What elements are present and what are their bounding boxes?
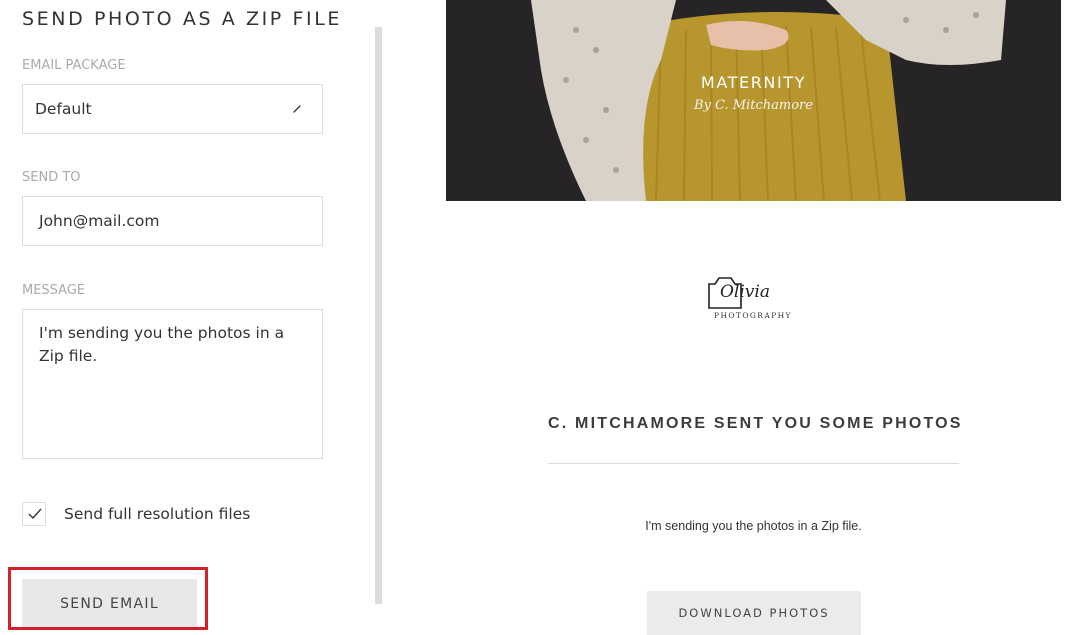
send-email-button[interactable]: SEND EMAIL xyxy=(22,579,197,629)
message-textarea[interactable]: I'm sending you the photos in a Zip file… xyxy=(22,309,323,459)
send-to-value: John@mail.com xyxy=(39,212,160,230)
download-photos-button[interactable]: DOWNLOAD PHOTOS xyxy=(647,591,861,635)
email-package-label: EMAIL PACKAGE xyxy=(22,58,126,73)
preview-divider xyxy=(548,463,959,464)
email-package-value: Default xyxy=(35,100,92,118)
message-label: MESSAGE xyxy=(22,283,86,298)
hero-subtitle: By C. Mitchamore xyxy=(694,98,813,113)
hero-title: MATERNITY xyxy=(700,73,807,92)
full-resolution-label: Send full resolution files xyxy=(64,505,251,523)
preview-message: I'm sending you the photos in a Zip file… xyxy=(645,519,862,533)
preview-headline: C. MITCHAMORE SENT YOU SOME PHOTOS xyxy=(548,415,963,432)
checkmark-icon xyxy=(28,508,42,520)
send-to-label: SEND TO xyxy=(22,170,81,185)
panel-title: SEND PHOTO AS A ZIP FILE xyxy=(22,8,343,30)
logo-subtitle: PHOTOGRAPHY xyxy=(714,311,792,320)
logo-script: Olivia xyxy=(720,282,770,302)
email-package-select[interactable]: Default xyxy=(22,84,323,134)
send-to-input[interactable]: John@mail.com xyxy=(22,196,323,246)
pencil-icon xyxy=(293,105,301,113)
form-scrollbar[interactable] xyxy=(375,27,382,604)
hero-image: MATERNITY By C. Mitchamore xyxy=(446,0,1061,201)
message-value: I'm sending you the photos in a Zip file… xyxy=(39,324,285,365)
send-zip-page: SEND PHOTO AS A ZIP FILE EMAIL PACKAGE D… xyxy=(0,0,1073,635)
full-resolution-checkbox[interactable] xyxy=(22,502,46,526)
